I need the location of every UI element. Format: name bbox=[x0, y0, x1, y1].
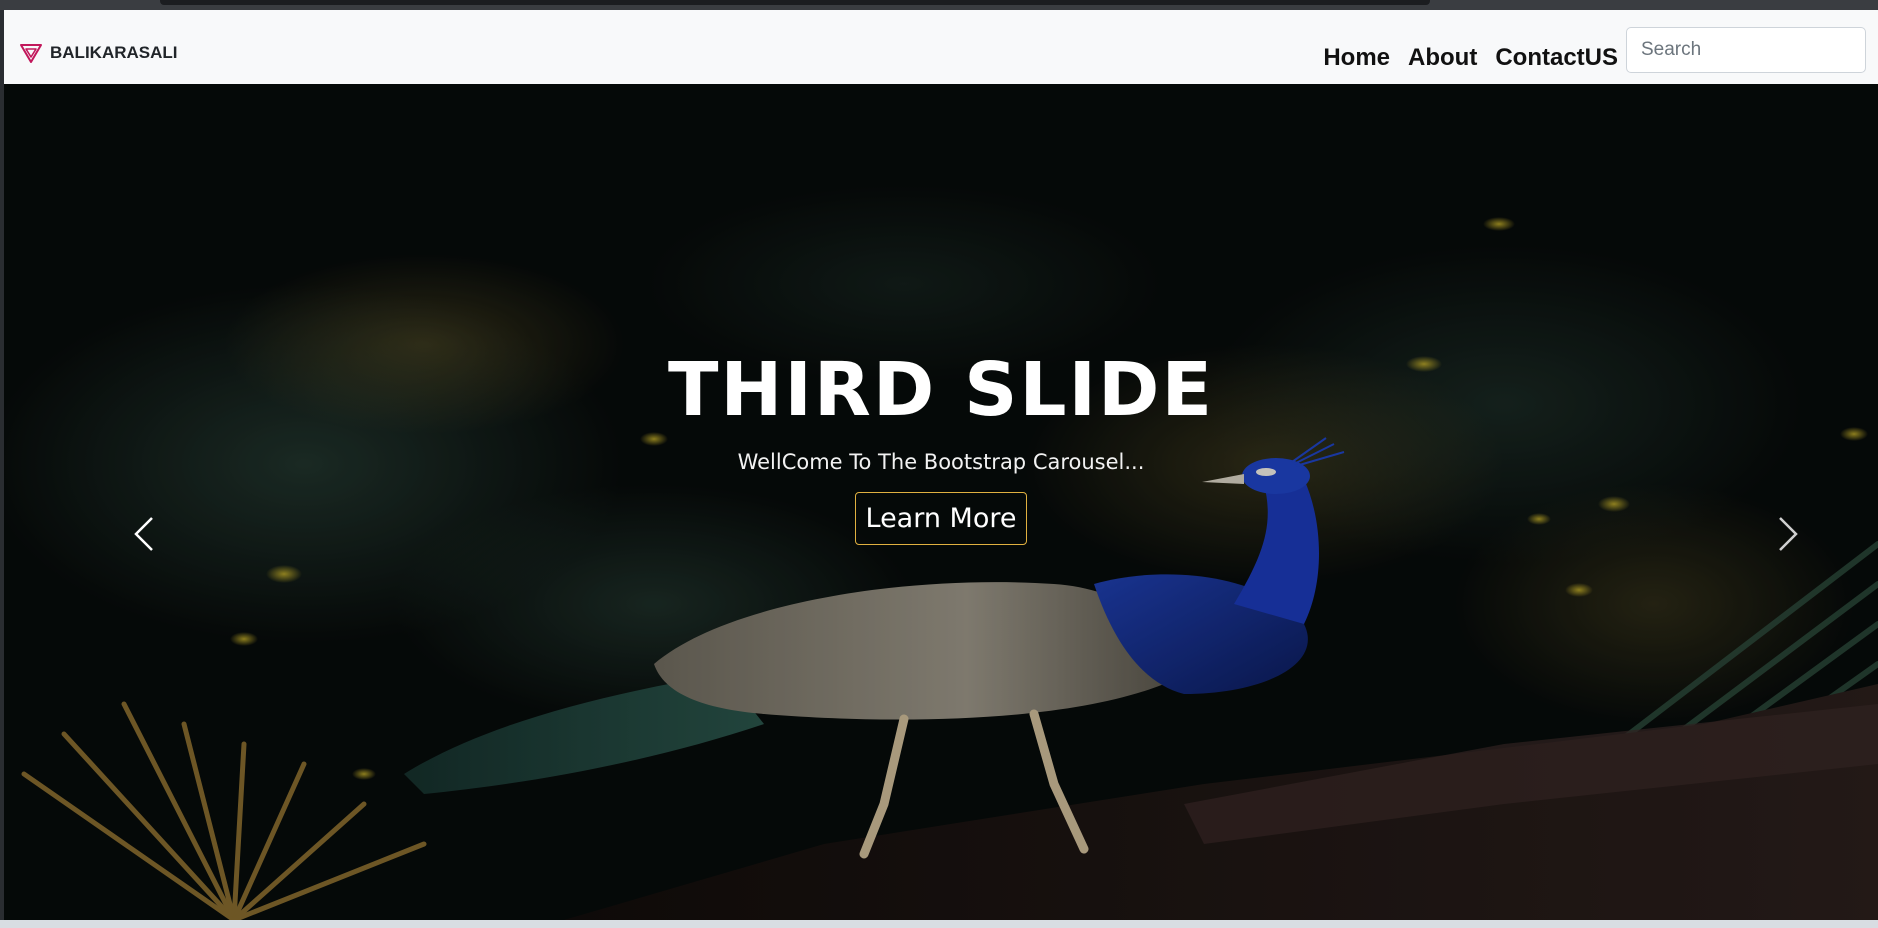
chevron-left-icon bbox=[134, 517, 153, 551]
slide-text: WellCome To The Bootstrap Carousel... bbox=[737, 450, 1145, 474]
learn-more-button[interactable]: Learn More bbox=[854, 492, 1028, 545]
nav-link-home[interactable]: Home bbox=[1323, 44, 1390, 72]
browser-bottom-strip bbox=[0, 920, 1878, 928]
nav-links: Home About ContactUS bbox=[1323, 40, 1618, 76]
carousel-caption: THIRD SLIDE WellCome To The Bootstrap Ca… bbox=[4, 344, 1878, 545]
navbar: BALIKARASALI Home About ContactUS bbox=[4, 10, 1878, 85]
brand-name: BALIKARASALI bbox=[50, 43, 178, 62]
page: BALIKARASALI Home About ContactUS Search… bbox=[4, 10, 1878, 920]
nav-link-contactus[interactable]: ContactUS bbox=[1495, 44, 1618, 72]
carousel-next-button[interactable] bbox=[1758, 494, 1818, 574]
triangle-logo-icon bbox=[20, 44, 42, 63]
search-input[interactable] bbox=[1626, 27, 1866, 73]
nav-link-about[interactable]: About bbox=[1408, 44, 1477, 72]
browser-tab-bar bbox=[160, 0, 1430, 5]
slide-title: THIRD SLIDE bbox=[667, 347, 1215, 433]
chevron-right-icon bbox=[1779, 517, 1798, 551]
browser-top-strip bbox=[0, 0, 1878, 10]
carousel: THIRD SLIDE WellCome To The Bootstrap Ca… bbox=[4, 84, 1878, 920]
carousel-prev-button[interactable] bbox=[114, 494, 174, 574]
navbar-brand[interactable]: BALIKARASALI bbox=[18, 40, 178, 66]
